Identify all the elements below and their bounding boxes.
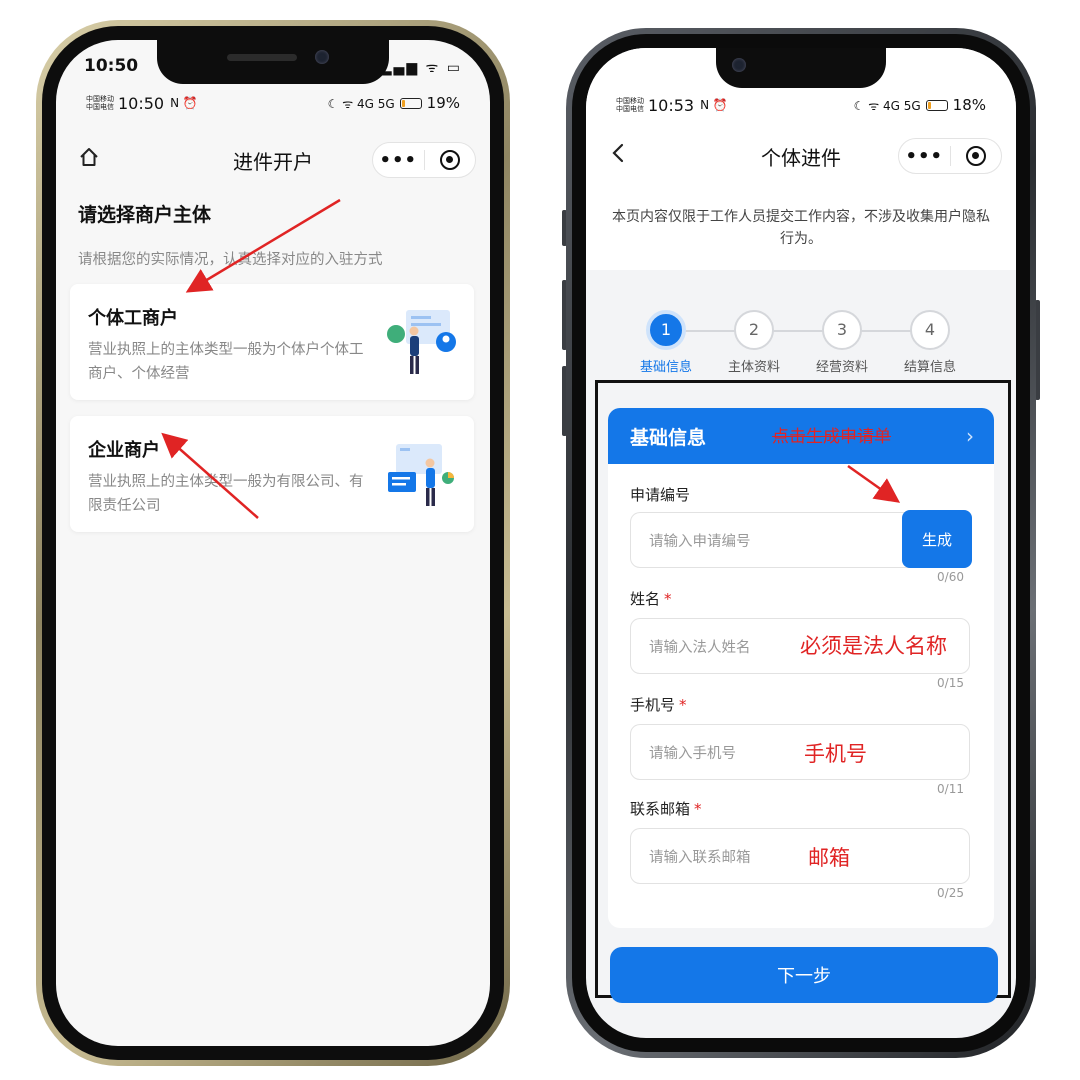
step-entity-info[interactable]: 2 主体资料 — [714, 310, 794, 375]
home-icon[interactable] — [74, 146, 104, 174]
status-misc-icons: N ⏰ — [170, 96, 198, 110]
carrier-names: 中国移动 中国电信 — [86, 95, 114, 111]
battery-percent: 19% — [426, 94, 460, 112]
battery-icon — [399, 97, 422, 109]
status-misc-icons: N ⏰ — [700, 98, 728, 112]
status-bar: 中国移动 中国电信 10:50 N ⏰ ☾ ᯤ 4G 5G 19% — [56, 90, 490, 116]
step-business-info[interactable]: 3 经营资料 — [802, 310, 882, 375]
status-time: 10:53 — [648, 95, 695, 115]
card-description: 营业执照上的主体类型一般为个体户个体工商户、个体经营 — [88, 342, 364, 382]
next-step-button[interactable]: 下一步 — [610, 947, 998, 1003]
mini-program-capsule: ••• — [372, 142, 476, 178]
network-icons: ☾ ᯤ 4G 5G — [327, 96, 395, 111]
top-signal-icons: ▂▄▆ ᯤ ▭ — [380, 60, 462, 76]
card-title: 企业商户 — [88, 440, 160, 461]
network-icons: ☾ ᯤ 4G 5G — [853, 98, 921, 113]
top-time: 10:50 — [84, 56, 139, 76]
target-icon — [439, 150, 460, 170]
battery-icon — [925, 99, 948, 111]
privacy-notice: 本页内容仅限于工作人员提交工作内容，不涉及收集用户隐私行为。 — [612, 209, 990, 247]
right-phone-frame: 中国移动 中国电信 10:53 N ⏰ ☾ ᯤ 4G 5G 18% 个体进件 ••… — [566, 28, 1036, 1058]
status-bar: 中国移动 中国电信 10:53 N ⏰ ☾ ᯤ 4G 5G 18% — [586, 92, 1016, 118]
notch — [157, 40, 389, 84]
step-settlement-info[interactable]: 4 结算信息 — [890, 310, 970, 375]
status-time: 10:50 — [118, 93, 165, 113]
section-heading: 请选择商户主体 — [78, 204, 212, 226]
close-mini-program-button[interactable] — [951, 146, 1002, 166]
step-basic-info[interactable]: 1 基础信息 — [626, 310, 706, 375]
left-screen: 10:50 ▂▄▆ ᯤ ▭ 中国移动 中国电信 10:50 N ⏰ ☾ ᯤ 4G … — [56, 40, 490, 1046]
individual-merchant-illustration-icon — [387, 310, 456, 374]
carrier-names: 中国移动 中国电信 — [616, 97, 644, 113]
highlight-outline — [595, 380, 1011, 998]
back-arrow-icon[interactable] — [604, 142, 634, 170]
right-screen: 中国移动 中国电信 10:53 N ⏰ ☾ ᯤ 4G 5G 18% 个体进件 ••… — [586, 48, 1016, 1038]
enterprise-merchant-illustration-icon — [388, 444, 454, 506]
mini-program-capsule: ••• — [898, 138, 1002, 174]
nav-bar: 进件开户 ••• — [56, 138, 490, 182]
more-menu-button[interactable]: ••• — [373, 150, 424, 171]
section-subheading: 请根据您的实际情况，认真选择对应的入驻方式 — [78, 252, 383, 268]
close-mini-program-button[interactable] — [425, 150, 476, 170]
progress-steps: 1 基础信息 2 主体资料 3 经营资料 4 结算信息 — [586, 270, 1016, 388]
merchant-type-card-individual[interactable]: 个体工商户 营业执照上的主体类型一般为个体户个体工商户、个体经营 — [70, 284, 474, 400]
nav-bar: 个体进件 ••• — [586, 134, 1016, 178]
card-description: 营业执照上的主体类型一般为有限公司、有限责任公司 — [88, 474, 364, 514]
target-icon — [965, 146, 986, 166]
left-phone-frame: 10:50 ▂▄▆ ᯤ ▭ 中国移动 中国电信 10:50 N ⏰ ☾ ᯤ 4G … — [36, 20, 510, 1066]
battery-percent: 18% — [952, 96, 986, 114]
merchant-type-card-enterprise[interactable]: 企业商户 营业执照上的主体类型一般为有限公司、有限责任公司 — [70, 416, 474, 532]
card-title: 个体工商户 — [88, 308, 178, 329]
notch — [716, 48, 886, 88]
more-menu-button[interactable]: ••• — [899, 146, 950, 167]
